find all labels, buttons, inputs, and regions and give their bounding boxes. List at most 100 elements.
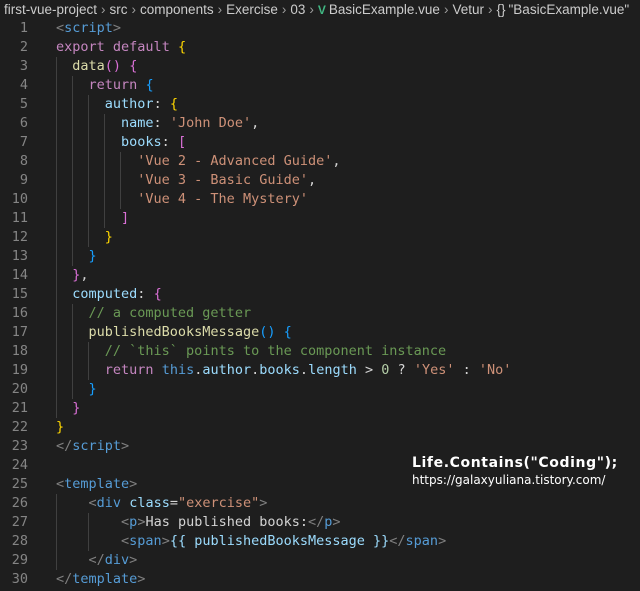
chevron-right-icon: › bbox=[101, 2, 106, 17]
breadcrumb-item-project[interactable]: first-vue-project bbox=[4, 2, 97, 17]
span-tag: span bbox=[129, 533, 162, 549]
breadcrumb-item-file[interactable]: BasicExample.vue bbox=[329, 2, 440, 17]
line-number: 16 bbox=[11, 305, 28, 321]
line-number: 8 bbox=[19, 153, 28, 169]
line-number: 17 bbox=[11, 324, 28, 340]
line-number: 4 bbox=[19, 77, 28, 93]
code-line: 28 <span>{{ publishedBooksMessage }}</sp… bbox=[0, 532, 640, 551]
property: books bbox=[121, 134, 162, 150]
template-tag: template bbox=[64, 476, 130, 492]
code-line: 2 export default { bbox=[0, 38, 640, 57]
string-literal: 'No' bbox=[478, 362, 512, 378]
chevron-right-icon: › bbox=[131, 2, 137, 17]
line-number: 3 bbox=[19, 58, 28, 74]
line-number: 1 bbox=[19, 20, 28, 36]
line-number: 10 bbox=[11, 191, 28, 207]
code-line: 17 publishedBooksMessage() { bbox=[0, 323, 640, 342]
code-line: 22} bbox=[0, 418, 640, 437]
code-line: 26 <div class="exercise"> bbox=[0, 494, 640, 513]
chevron-right-icon: › bbox=[217, 2, 223, 17]
breadcrumb-item-symbol[interactable]: "BasicExample.vue" bbox=[509, 2, 630, 17]
braces-icon: {} bbox=[496, 2, 506, 17]
text-content: Has published books: bbox=[145, 514, 309, 530]
line-number: 15 bbox=[11, 286, 28, 302]
code-line: 29 </div> bbox=[0, 551, 640, 570]
breadcrumb-item-components[interactable]: components bbox=[140, 2, 214, 17]
code-line: 30 </template> bbox=[0, 570, 640, 589]
string-literal: 'Vue 3 - Basic Guide' bbox=[137, 172, 308, 188]
breadcrumb-item-vetur[interactable]: Vetur bbox=[452, 2, 484, 17]
watermark-url: https://galaxyuliana.tistory.com/ bbox=[412, 473, 606, 487]
line-number: 18 bbox=[11, 343, 28, 359]
breadcrumb-item-src[interactable]: src bbox=[110, 2, 128, 17]
div-tag: div bbox=[96, 495, 122, 511]
code-line: 8 'Vue 2 - Advanced Guide', bbox=[0, 152, 640, 171]
string-literal: 'Vue 2 - Advanced Guide' bbox=[137, 153, 333, 169]
code-line: 5 author: { bbox=[0, 95, 640, 114]
vue-file-icon: V bbox=[317, 3, 326, 17]
line-number: 5 bbox=[19, 96, 28, 112]
property: length bbox=[308, 362, 357, 378]
chevron-right-icon: › bbox=[487, 2, 493, 17]
keyword: return bbox=[104, 362, 154, 378]
code-line: 15 computed: { bbox=[0, 285, 640, 304]
chevron-right-icon: › bbox=[443, 2, 449, 17]
code-line: 10 'Vue 4 - The Mystery' bbox=[0, 190, 640, 209]
line-number: 19 bbox=[11, 362, 28, 378]
property: author bbox=[202, 362, 252, 378]
function-name: publishedBooksMessage bbox=[88, 324, 260, 340]
line-number: 11 bbox=[11, 210, 28, 226]
line-number: 29 bbox=[11, 552, 28, 568]
code-line: 14 }, bbox=[0, 266, 640, 285]
property: books bbox=[259, 362, 300, 378]
keyword: export bbox=[56, 39, 105, 55]
code-line: 18 // `this` points to the component ins… bbox=[0, 342, 640, 361]
line-number: 24 bbox=[11, 457, 28, 473]
breadcrumb-item-exercise[interactable]: Exercise bbox=[226, 2, 278, 17]
code-comment: // `this` points to the component instan… bbox=[104, 343, 447, 359]
line-number: 13 bbox=[11, 248, 28, 264]
breadcrumb: first-vue-project › src › components › Exercis… bbox=[0, 0, 640, 19]
code-line: 4 return { bbox=[0, 76, 640, 95]
property: name bbox=[121, 115, 154, 131]
code-line: 13 } bbox=[0, 247, 640, 266]
line-number: 28 bbox=[11, 533, 28, 549]
code-line: 3 data() { bbox=[0, 57, 640, 76]
line-number: 14 bbox=[11, 267, 28, 283]
line-number: 27 bbox=[11, 514, 28, 530]
function-name: data bbox=[72, 58, 105, 74]
line-number: 2 bbox=[19, 39, 28, 55]
span-tag: span bbox=[405, 533, 439, 549]
this-keyword: this bbox=[161, 362, 195, 378]
code-line: 21 } bbox=[0, 399, 640, 418]
watermark-title: Life.Contains("Coding"); bbox=[412, 455, 618, 471]
template-tag: template bbox=[72, 571, 138, 587]
chevron-right-icon: › bbox=[309, 2, 314, 17]
line-number: 7 bbox=[19, 134, 28, 150]
attribute-name: class bbox=[129, 495, 170, 511]
code-line: 20 } bbox=[0, 380, 640, 399]
code-editor[interactable]: 1 <script> 2 export default { 3 data() { 4… bbox=[0, 19, 640, 589]
code-line: 9 'Vue 3 - Basic Guide', bbox=[0, 171, 640, 190]
mustache-expression: {{ publishedBooksMessage }} bbox=[169, 533, 390, 549]
string-literal: 'John Doe' bbox=[169, 115, 252, 131]
code-line: 27 <p>Has published books:</p> bbox=[0, 513, 640, 532]
code-line: 7 books: [ bbox=[0, 133, 640, 152]
line-number: 20 bbox=[11, 381, 28, 397]
keyword: return bbox=[88, 77, 138, 93]
line-number: 23 bbox=[11, 438, 28, 454]
code-comment: // a computed getter bbox=[88, 305, 252, 321]
line-number: 6 bbox=[19, 115, 28, 131]
line-number: 22 bbox=[11, 419, 28, 435]
blog-watermark: Life.Contains("Coding"); https://galaxyu… bbox=[412, 454, 618, 488]
code-line: 19 return this.author.books.length > 0 ?… bbox=[0, 361, 640, 380]
breadcrumb-item-03[interactable]: 03 bbox=[290, 2, 305, 17]
script-tag: script bbox=[64, 20, 113, 36]
line-number: 30 bbox=[11, 571, 28, 587]
number-literal: 0 bbox=[381, 362, 390, 378]
line-number: 25 bbox=[11, 476, 28, 492]
code-line: 12 } bbox=[0, 228, 640, 247]
keyword: default bbox=[112, 39, 170, 55]
line-number: 9 bbox=[19, 172, 28, 188]
attribute-value: "exercise" bbox=[177, 495, 260, 511]
